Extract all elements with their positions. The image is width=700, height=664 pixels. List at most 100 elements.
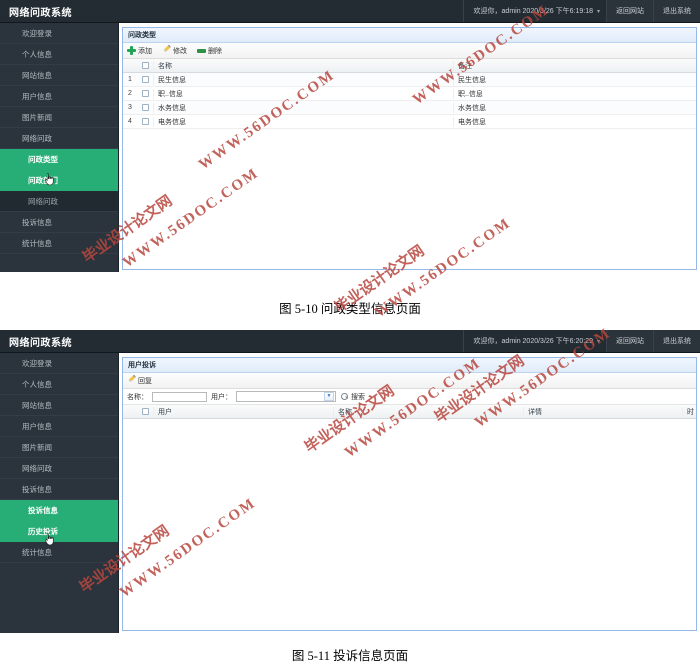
sidebar-nav: 欢迎登录 个人信息 网站信息 用户信息 图片新闻 网络问政 投诉信息 投诉信息 …: [0, 353, 119, 633]
sidebar-item-network-governance[interactable]: 网络问政: [0, 128, 118, 149]
edit-button[interactable]: 修改: [162, 46, 187, 56]
edit-button-label: 修改: [173, 47, 187, 55]
sidebar-item-user-info[interactable]: 用户信息: [0, 86, 118, 107]
sidebar-item-personal-info[interactable]: 个人信息: [0, 374, 118, 395]
search-icon: [340, 392, 349, 401]
top-bar-right-group: 欢迎你，admin 2020/3/26 下午6:20:29 ▾ 返回网站 退出系…: [462, 330, 700, 352]
sidebar-item-network-governance[interactable]: 网络问政: [0, 458, 118, 479]
header-time[interactable]: 时: [682, 406, 696, 417]
sidebar-item-site-info[interactable]: 网站信息: [0, 395, 118, 416]
header-remark[interactable]: 备注: [453, 60, 696, 71]
header-name[interactable]: 名称: [153, 60, 453, 71]
sidebar-item-photo-news[interactable]: 图片新闻: [0, 107, 118, 128]
logout-button[interactable]: 退出系统: [653, 0, 700, 22]
chevron-down-icon: ▾: [596, 338, 600, 345]
app-brand-title: 网络问政系统: [9, 337, 72, 349]
panel-title: 用户投诉: [123, 358, 696, 373]
filter-bar: 名称： 用户： ▼ 搜索: [123, 389, 696, 405]
content-area: 用户投诉 回复 名称： 用户： ▼ 搜索 用户 名称 详情 时: [119, 353, 700, 633]
checkbox-icon[interactable]: [141, 408, 149, 415]
user-filter-select[interactable]: ▼: [236, 391, 336, 402]
app-brand-title: 网络问政系统: [9, 7, 72, 19]
top-bar-right-group: 欢迎你，admin 2020/3/26 下午6:19:18 ▾ 返回网站 退出系…: [462, 0, 700, 22]
document-page: 网络问政系统 欢迎你，admin 2020/3/26 下午6:19:18 ▾ 返…: [0, 0, 700, 664]
row-remark: 民生信息: [453, 74, 696, 85]
screenshot-complaint: 网络问政系统 欢迎你，admin 2020/3/26 下午6:20:29 ▾ 返…: [0, 330, 700, 633]
complaint-table: 用户 名称 详情 时: [123, 405, 696, 630]
table-header-row: 用户 名称 详情 时: [123, 405, 696, 419]
sidebar-item-welcome[interactable]: 欢迎登录: [0, 23, 118, 44]
search-button[interactable]: 搜索: [340, 392, 365, 402]
app-body: 欢迎登录 个人信息 网站信息 用户信息 图片新闻 网络问政 问政类型 问政部门 …: [0, 23, 700, 272]
sidebar-item-network-governance-sub[interactable]: 网络问政: [0, 191, 118, 212]
header-select-all[interactable]: [137, 408, 153, 415]
top-bar: 网络问政系统 欢迎你，admin 2020/3/26 下午6:19:18 ▾ 返…: [0, 0, 700, 23]
row-name: 职..信息: [153, 88, 453, 99]
header-user[interactable]: 用户: [153, 406, 333, 417]
welcome-text: 欢迎你，admin 2020/3/26 下午6:20:29: [473, 338, 593, 345]
row-index: 4: [128, 118, 132, 125]
sidebar-item-complaint-info-sub[interactable]: 投诉信息: [0, 500, 118, 521]
back-to-site-button[interactable]: 返回网站: [606, 0, 653, 22]
header-name[interactable]: 名称: [333, 406, 523, 417]
delete-button[interactable]: 删除: [197, 46, 222, 56]
minus-icon: [197, 46, 206, 55]
top-bar: 网络问政系统 欢迎你，admin 2020/3/26 下午6:20:29 ▾ 返…: [0, 330, 700, 353]
plus-icon: [127, 46, 136, 55]
sidebar-item-complaint-info[interactable]: 投诉信息: [0, 212, 118, 233]
row-index: 2: [128, 90, 132, 97]
sidebar-item-governance-department[interactable]: 问政部门: [0, 170, 118, 191]
complaint-panel: 用户投诉 回复 名称： 用户： ▼ 搜索 用户 名称 详情 时: [122, 357, 697, 631]
pencil-icon: [162, 46, 171, 55]
sidebar-item-photo-news[interactable]: 图片新闻: [0, 437, 118, 458]
table-row[interactable]: 1 民生信息 民生信息: [123, 73, 696, 87]
sidebar-item-complaint-info[interactable]: 投诉信息: [0, 479, 118, 500]
table-row[interactable]: 3 水务信息 水务信息: [123, 101, 696, 115]
checkbox-icon[interactable]: [141, 76, 149, 83]
row-index: 3: [128, 104, 132, 111]
sidebar-item-user-info[interactable]: 用户信息: [0, 416, 118, 437]
reply-button[interactable]: 回复: [127, 376, 152, 386]
header-select-all[interactable]: [137, 62, 153, 69]
checkbox-icon[interactable]: [141, 104, 149, 111]
row-checkbox[interactable]: [137, 104, 153, 111]
checkbox-icon[interactable]: [141, 62, 149, 69]
table-empty-space: [123, 419, 696, 630]
govtype-table: 名称 备注 1 民生信息 民生信息 2 职..信息 职..信息 3 水务信息 水…: [123, 59, 696, 269]
table-row[interactable]: 4 电务信息 电务信息: [123, 115, 696, 129]
sidebar-item-statistics-info[interactable]: 统计信息: [0, 233, 118, 254]
header-detail[interactable]: 详情: [523, 406, 682, 417]
content-area: 问政类型 添加 修改 删除 名称 备注 1 民生信息 民生信息 2 职..信息 …: [119, 23, 700, 272]
panel-toolbar: 添加 修改 删除: [123, 43, 696, 59]
row-name: 民生信息: [153, 74, 453, 85]
row-remark: 电务信息: [453, 116, 696, 127]
table-row[interactable]: 2 职..信息 职..信息: [123, 87, 696, 101]
name-filter-input[interactable]: [152, 391, 207, 402]
chevron-down-icon: ▾: [596, 8, 600, 15]
sidebar-nav: 欢迎登录 个人信息 网站信息 用户信息 图片新闻 网络问政 问政类型 问政部门 …: [0, 23, 119, 272]
sidebar-item-welcome[interactable]: 欢迎登录: [0, 353, 118, 374]
row-checkbox[interactable]: [137, 90, 153, 97]
sidebar-item-statistics-info[interactable]: 统计信息: [0, 542, 118, 563]
checkbox-icon[interactable]: [141, 90, 149, 97]
screenshot-govtype: 网络问政系统 欢迎你，admin 2020/3/26 下午6:19:18 ▾ 返…: [0, 0, 700, 272]
welcome-user-menu[interactable]: 欢迎你，admin 2020/3/26 下午6:20:29 ▾: [462, 330, 606, 352]
welcome-text: 欢迎你，admin 2020/3/26 下午6:19:18: [473, 8, 593, 15]
back-to-site-button[interactable]: 返回网站: [606, 330, 653, 352]
logout-button[interactable]: 退出系统: [653, 330, 700, 352]
panel-toolbar: 回复: [123, 373, 696, 389]
sidebar-item-governance-type[interactable]: 问政类型: [0, 149, 118, 170]
sidebar-item-site-info[interactable]: 网站信息: [0, 65, 118, 86]
add-button[interactable]: 添加: [127, 46, 152, 56]
row-checkbox[interactable]: [137, 76, 153, 83]
row-name: 电务信息: [153, 116, 453, 127]
sidebar-item-personal-info[interactable]: 个人信息: [0, 44, 118, 65]
checkbox-icon[interactable]: [141, 118, 149, 125]
row-checkbox[interactable]: [137, 118, 153, 125]
sidebar-item-history-complaint[interactable]: 历史投诉: [0, 521, 118, 542]
figure-caption-1: 图 5-10 问政类型信息页面: [279, 302, 421, 316]
welcome-user-menu[interactable]: 欢迎你，admin 2020/3/26 下午6:19:18 ▾: [462, 0, 606, 22]
govtype-panel: 问政类型 添加 修改 删除 名称 备注 1 民生信息 民生信息 2 职..信息 …: [122, 27, 697, 270]
table-header-row: 名称 备注: [123, 59, 696, 73]
chevron-down-icon[interactable]: ▼: [324, 392, 334, 401]
